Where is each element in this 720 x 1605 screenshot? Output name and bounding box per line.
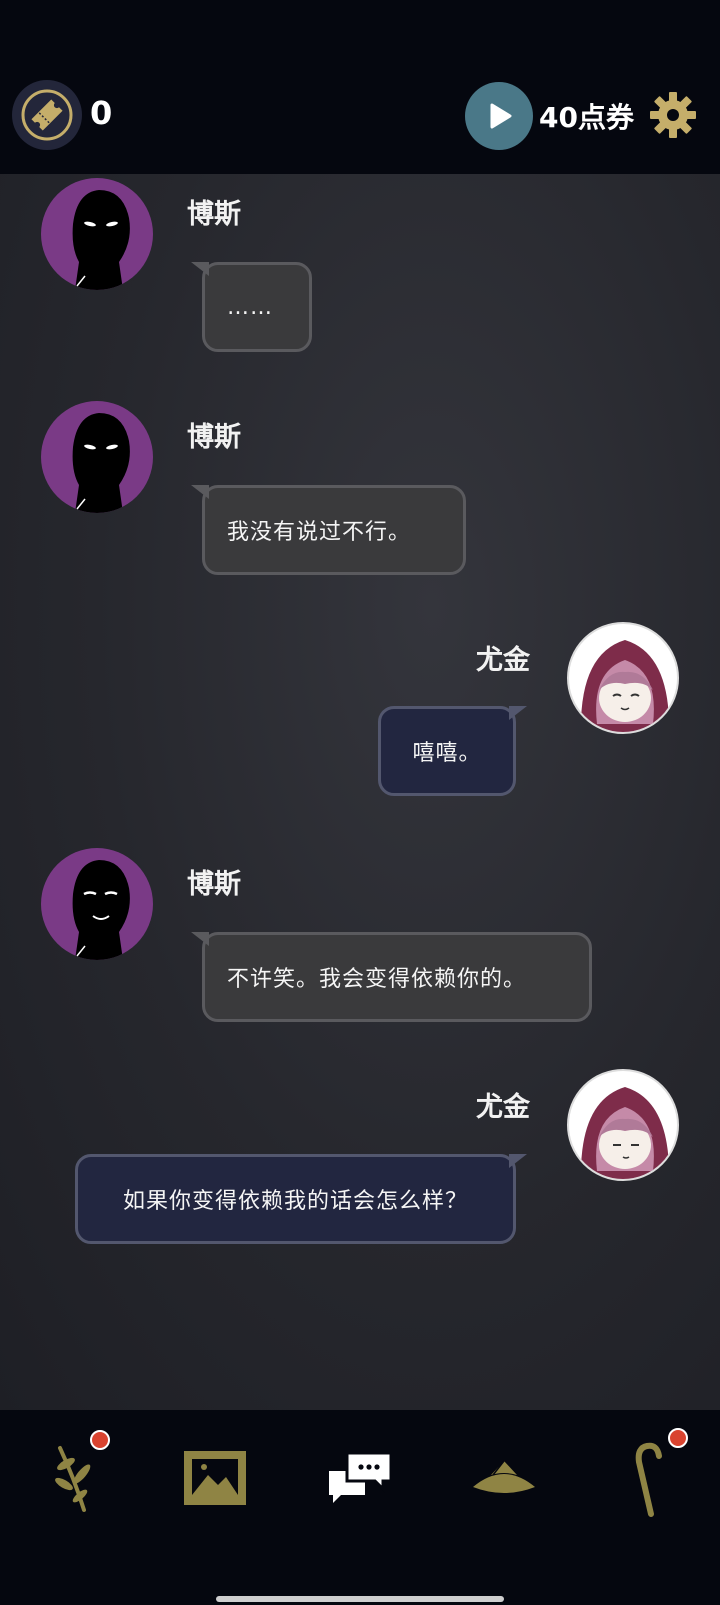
play-icon bbox=[490, 103, 512, 129]
message-bubble: …… bbox=[191, 262, 312, 352]
gallery-icon bbox=[184, 1451, 246, 1505]
notification-dot bbox=[668, 1428, 688, 1448]
message-text: 我没有说过不行。 bbox=[227, 520, 412, 545]
message-bubble: 不许笑。我会变得依赖你的。 bbox=[191, 932, 592, 1022]
message-text: 不许笑。我会变得依赖你的。 bbox=[227, 967, 527, 992]
tab-herb[interactable] bbox=[30, 1430, 120, 1518]
hat-icon bbox=[473, 1460, 535, 1493]
ticket-icon bbox=[21, 89, 73, 141]
yujin-avatar[interactable] bbox=[567, 622, 679, 734]
sender-name: 博斯 bbox=[187, 422, 241, 453]
bottom-nav bbox=[0, 1410, 720, 1605]
top-bar: 0 40点券 bbox=[0, 0, 720, 174]
play-ad-button[interactable] bbox=[465, 82, 533, 150]
cane-icon bbox=[635, 1442, 662, 1517]
sender-name: 博斯 bbox=[187, 199, 241, 230]
notification-dot bbox=[90, 1430, 110, 1450]
settings-button[interactable] bbox=[648, 90, 698, 140]
ticket-button[interactable] bbox=[12, 80, 82, 150]
yujin-avatar[interactable] bbox=[567, 1069, 679, 1181]
message-bubble: 如果你变得依赖我的话会怎么样？ bbox=[75, 1154, 527, 1244]
sender-name: 博斯 bbox=[187, 869, 241, 900]
sender-name: 尤金 bbox=[476, 1092, 530, 1123]
coupon-count: 40点券 bbox=[539, 101, 634, 134]
gear-icon bbox=[650, 92, 696, 138]
boss-avatar[interactable] bbox=[41, 848, 153, 960]
boss-avatar[interactable] bbox=[41, 178, 153, 290]
boss-avatar[interactable] bbox=[41, 401, 153, 513]
message-bubble: 我没有说过不行。 bbox=[191, 485, 466, 575]
tab-hat[interactable] bbox=[459, 1438, 549, 1518]
tab-gallery[interactable] bbox=[170, 1438, 260, 1518]
sender-name: 尤金 bbox=[476, 645, 530, 676]
chat-area[interactable]: 博斯 …… 博斯 我没有说过不行。 尤金 嘻嘻。 博斯 不许笑。我会变得依赖你的… bbox=[0, 174, 720, 1410]
herb-icon bbox=[55, 1446, 91, 1512]
ticket-count: 0 bbox=[90, 94, 113, 132]
home-indicator[interactable] bbox=[216, 1596, 504, 1602]
tab-chat[interactable] bbox=[315, 1438, 405, 1518]
message-text: …… bbox=[227, 294, 273, 320]
message-text: 嘻嘻。 bbox=[412, 741, 482, 766]
message-text: 如果你变得依赖我的话会怎么样？ bbox=[122, 1189, 468, 1214]
tab-cane[interactable] bbox=[600, 1428, 690, 1518]
message-bubble: 嘻嘻。 bbox=[378, 706, 527, 796]
chat-icon bbox=[329, 1451, 393, 1503]
